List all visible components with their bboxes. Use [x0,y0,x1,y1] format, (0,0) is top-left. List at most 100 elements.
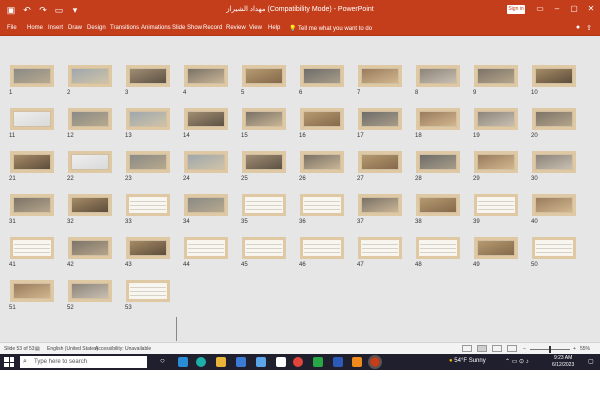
tab-transitions[interactable]: Transitions [110,25,139,31]
tab-insert[interactable]: Insert [48,25,63,31]
slide-thumbnail[interactable]: 14 [183,108,228,139]
slide-thumbnail[interactable]: 35 [241,194,286,225]
file-explorer-icon[interactable] [216,357,226,367]
slide-thumbnail[interactable]: 7 [357,65,402,96]
zoom-out-icon[interactable]: – [523,346,526,352]
tab-record[interactable]: Record [203,25,222,31]
system-tray[interactable]: ⌃ ▭ ⊙ ♪ [505,358,529,365]
slide-sorter-view-icon[interactable] [477,345,487,352]
slide-thumbnail[interactable]: 53 [125,280,170,311]
slide-thumbnail[interactable]: 8 [415,65,460,96]
slide-thumbnail[interactable]: 17 [357,108,402,139]
slide-thumbnail[interactable]: 3 [125,65,170,96]
edge-icon[interactable] [196,357,206,367]
photos-icon[interactable] [256,357,266,367]
language-indicator[interactable]: English (United States) [47,346,98,352]
slide-thumbnail[interactable]: 18 [415,108,460,139]
windows-start-icon[interactable] [4,357,14,367]
slide-thumbnail[interactable]: 27 [357,151,402,182]
slide-thumbnail[interactable]: 16 [299,108,344,139]
notepad-icon[interactable] [276,357,286,367]
slide-thumbnail[interactable]: 46 [299,237,344,268]
slide-thumbnail[interactable]: 33 [125,194,170,225]
tab-animations[interactable]: Animations [141,25,171,31]
slide-thumbnail[interactable]: 34 [183,194,228,225]
slide-thumbnail[interactable]: 41 [9,237,54,268]
slide-thumbnail[interactable]: 40 [531,194,576,225]
slide-thumbnail[interactable]: 11 [9,108,54,139]
slide-thumbnail[interactable]: 13 [125,108,170,139]
slide-thumbnail[interactable]: 42 [67,237,112,268]
slide-thumbnail[interactable]: 25 [241,151,286,182]
slide-thumbnail[interactable]: 44 [183,237,228,268]
slide-thumbnail[interactable]: 15 [241,108,286,139]
tab-review[interactable]: Review [226,25,246,31]
tab-home[interactable]: Home [27,25,43,31]
tab-design[interactable]: Design [87,25,106,31]
slide-thumbnail[interactable]: 10 [531,65,576,96]
sign-in-button[interactable]: Sign in [507,5,525,14]
zoom-level[interactable]: 55% [580,346,590,352]
slide-thumbnail[interactable]: 21 [9,151,54,182]
slide-thumbnail[interactable]: 39 [473,194,518,225]
slide-thumbnail[interactable]: 23 [125,151,170,182]
reading-view-icon[interactable] [492,345,502,352]
slide-thumbnail[interactable]: 45 [241,237,286,268]
tab-file[interactable]: File [7,25,17,31]
zoom-in-icon[interactable]: + [573,346,576,352]
slide-thumbnail[interactable]: 37 [357,194,402,225]
slide-thumbnail[interactable]: 28 [415,151,460,182]
chrome-icon[interactable] [293,357,303,367]
tab-view[interactable]: View [249,25,262,31]
ribbon-display-icon[interactable]: ▭ [534,4,546,13]
slide-thumbnail[interactable]: 50 [531,237,576,268]
slide-thumbnail[interactable]: 52 [67,280,112,311]
slide-sorter[interactable]: 1 2 3 4 5 6 7 8 9 10 11 12 13 14 15 16 17 18 19 20 21 22 23 24 2… [0,37,600,342]
slide-thumbnail[interactable]: 12 [67,108,112,139]
task-view-icon[interactable]: ○ [160,356,170,366]
slide-thumbnail[interactable]: 32 [67,194,112,225]
slide-thumbnail[interactable]: 20 [531,108,576,139]
slide-thumbnail[interactable]: 9 [473,65,518,96]
powerpoint-icon[interactable] [368,355,382,369]
slide-thumbnail[interactable]: 29 [473,151,518,182]
minimize-icon[interactable]: – [551,4,563,13]
slide-thumbnail[interactable]: 36 [299,194,344,225]
taskbar-search[interactable]: ⌕ Type here to search [20,356,147,368]
spell-check-icon[interactable]: ▤ [35,346,40,352]
slide-thumbnail[interactable]: 24 [183,151,228,182]
widgets-icon[interactable] [178,357,188,367]
slide-thumbnail[interactable]: 30 [531,151,576,182]
close-icon[interactable]: ✕ [585,4,597,13]
slide-thumbnail[interactable]: 47 [357,237,402,268]
normal-view-icon[interactable] [462,345,472,352]
slide-thumbnail[interactable]: 4 [183,65,228,96]
slide-thumbnail[interactable]: 51 [9,280,54,311]
slide-thumbnail[interactable]: 31 [9,194,54,225]
share-icon[interactable]: ⇪ [586,24,592,32]
slideshow-view-icon[interactable] [507,345,517,352]
tab-slide-show[interactable]: Slide Show [172,25,202,31]
slide-thumbnail[interactable]: 49 [473,237,518,268]
mail-icon[interactable] [236,357,246,367]
tab-help[interactable]: Help [268,25,280,31]
slide-thumbnail[interactable]: 43 [125,237,170,268]
word-icon[interactable] [333,357,343,367]
slide-thumbnail[interactable]: 5 [241,65,286,96]
accessibility-status[interactable]: Accessibility: Unavailable [95,346,151,352]
tab-draw[interactable]: Draw [68,25,82,31]
clock[interactable]: 9:23 AM 6/12/2023 [552,355,574,369]
slide-thumbnail[interactable]: 19 [473,108,518,139]
record-icon[interactable]: ● [576,24,580,32]
tell-me-search[interactable]: 💡 Tell me what you want to do [289,25,372,32]
slide-thumbnail[interactable]: 48 [415,237,460,268]
excel-icon[interactable] [313,357,323,367]
zoom-slider-knob[interactable] [549,346,551,353]
slide-thumbnail[interactable]: 26 [299,151,344,182]
slide-thumbnail[interactable]: 2 [67,65,112,96]
notifications-icon[interactable]: ▢ [588,358,594,365]
slide-thumbnail[interactable]: 6 [299,65,344,96]
weather-widget[interactable]: ● 54°F Sunny [449,358,486,364]
maximize-icon[interactable]: ▢ [568,4,580,13]
slide-thumbnail[interactable]: 38 [415,194,460,225]
